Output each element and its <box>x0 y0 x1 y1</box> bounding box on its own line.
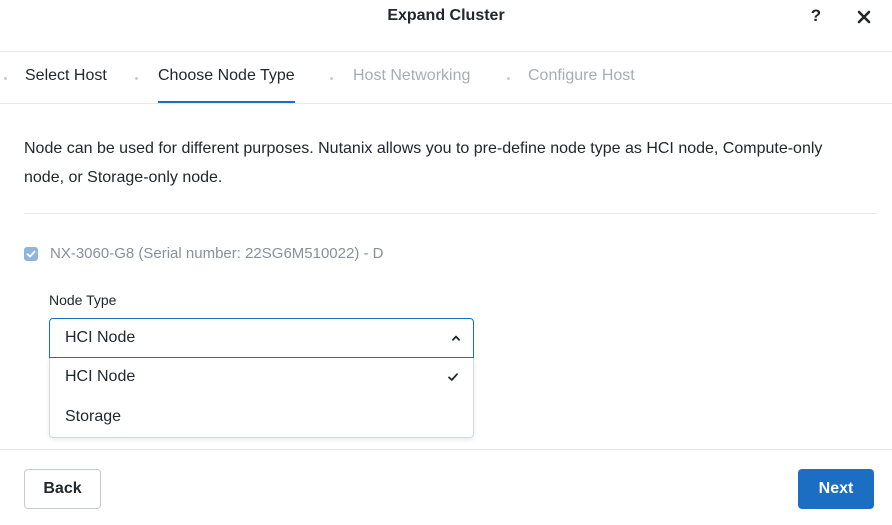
option-hci-node[interactable]: HCI Node <box>50 358 473 398</box>
section-divider <box>24 213 876 214</box>
node-type-dropdown: HCI Node Storage <box>49 358 474 438</box>
step-separator <box>507 77 510 80</box>
node-type-selected-value: HCI Node <box>65 329 136 346</box>
step-separator <box>4 77 7 80</box>
dialog-header: Expand Cluster ? <box>0 0 892 52</box>
description-text: Node can be used for different purposes.… <box>24 140 823 186</box>
step-separator <box>135 77 138 80</box>
chevron-up-icon <box>452 335 460 341</box>
wizard-steps: Select Host Choose Node Type Host Networ… <box>0 52 892 104</box>
help-button[interactable]: ? <box>806 6 826 28</box>
node-checkbox[interactable] <box>24 247 38 261</box>
node-label: NX-3060-G8 (Serial number: 22SG6M510022)… <box>50 245 384 262</box>
next-button[interactable]: Next <box>798 469 874 509</box>
step-separator <box>330 77 333 80</box>
close-button[interactable] <box>853 6 875 28</box>
step-host-networking[interactable]: Host Networking <box>353 67 470 103</box>
back-button[interactable]: Back <box>24 469 101 509</box>
step-select-host[interactable]: Select Host <box>25 67 107 103</box>
checkbox-checked-icon <box>26 250 36 258</box>
step-choose-node-type[interactable]: Choose Node Type <box>158 67 295 103</box>
option-label: Storage <box>65 408 122 425</box>
close-icon <box>857 10 871 24</box>
option-storage[interactable]: Storage <box>50 398 473 438</box>
step-configure-host[interactable]: Configure Host <box>528 67 635 103</box>
dialog-footer: Back Next <box>0 449 892 525</box>
dialog-title: Expand Cluster <box>387 7 505 24</box>
node-type-select[interactable]: HCI Node <box>49 318 474 358</box>
option-label: HCI Node <box>65 368 136 385</box>
node-type-label: Node Type <box>49 292 117 308</box>
checkmark-icon <box>448 373 458 381</box>
